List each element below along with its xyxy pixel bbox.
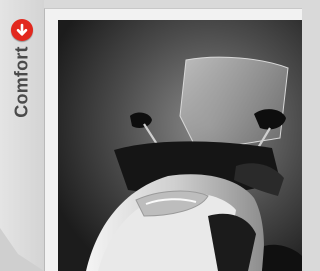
side-tab-label: Comfort [11,46,32,118]
expand-toggle-button[interactable] [11,19,33,41]
tab-corner [0,228,44,271]
comfort-side-tab[interactable]: Comfort [0,0,44,271]
scooter-photo [58,20,302,271]
arrow-down-icon [16,23,28,36]
